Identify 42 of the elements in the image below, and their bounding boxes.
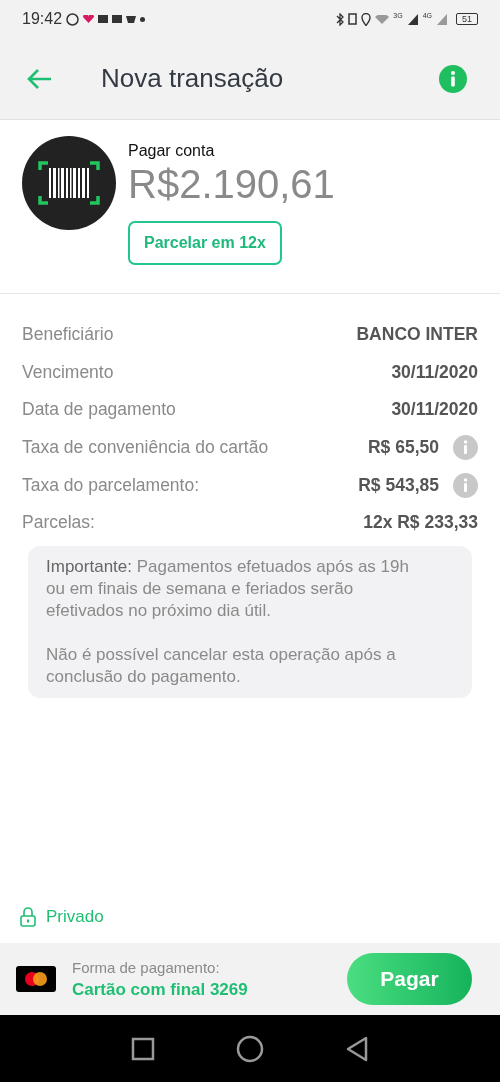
detail-label: Parcelas: bbox=[22, 512, 95, 534]
pay-button[interactable]: Pagar bbox=[347, 953, 472, 1005]
battery-icon: 51 bbox=[456, 13, 478, 25]
payment-caption: Forma de pagamento: bbox=[72, 958, 221, 976]
page-title: Nova transação bbox=[101, 63, 284, 94]
detail-value: 30/11/2020 bbox=[391, 361, 478, 383]
info-icon[interactable] bbox=[453, 435, 478, 461]
privacy-label[interactable]: Privado bbox=[46, 907, 104, 927]
vibrate-icon bbox=[348, 13, 358, 25]
barcode-icon bbox=[22, 136, 116, 230]
lock-icon bbox=[20, 907, 36, 927]
home-icon[interactable] bbox=[236, 1034, 264, 1063]
signal-icon bbox=[436, 13, 448, 25]
recent-apps-icon[interactable] bbox=[130, 1036, 155, 1061]
signal-icon bbox=[406, 13, 419, 25]
detail-value: R$ 543,85 bbox=[358, 474, 439, 496]
status-time: 19:42 bbox=[22, 10, 63, 28]
detail-label: Taxa do parcelamento: bbox=[22, 474, 200, 496]
heart-icon bbox=[83, 15, 95, 23]
detail-value: R$ 65,50 bbox=[367, 437, 439, 459]
back-icon[interactable] bbox=[345, 1035, 370, 1062]
detail-label: Data de pagamento bbox=[22, 399, 176, 421]
detail-value: 30/11/2020 bbox=[391, 399, 478, 421]
back-arrow-icon[interactable] bbox=[27, 67, 53, 90]
detail-value: BANCO INTER bbox=[356, 324, 478, 346]
detail-label: Beneficiário bbox=[22, 324, 114, 346]
detail-value: 12x R$ 233,33 bbox=[363, 512, 478, 534]
detail-label: Vencimento bbox=[22, 361, 114, 383]
location-icon bbox=[361, 12, 372, 26]
amount: R$2.190,61 bbox=[128, 162, 335, 207]
wifi-icon bbox=[375, 14, 390, 24]
dot-icon bbox=[140, 16, 146, 22]
bill-label: Pagar conta bbox=[128, 142, 215, 160]
info-icon[interactable] bbox=[439, 64, 467, 93]
detail-label: Taxa de conveniência do cartão bbox=[22, 437, 269, 459]
installment-button[interactable]: Parcelar em 12x bbox=[128, 221, 282, 265]
mastercard-icon bbox=[16, 966, 56, 992]
notice-text: Não é possível cancelar esta operação após a conclusão do pagamento. bbox=[46, 643, 397, 688]
info-icon[interactable] bbox=[453, 472, 478, 498]
notice-text: Importante: Pagamentos efetuados após as 19h ou em finais de semana e feriados serão efetivados no próximo dia útil. bbox=[46, 555, 410, 622]
bluetooth-icon bbox=[336, 12, 345, 26]
payment-method[interactable]: Cartão com final 3269 bbox=[72, 979, 248, 1000]
